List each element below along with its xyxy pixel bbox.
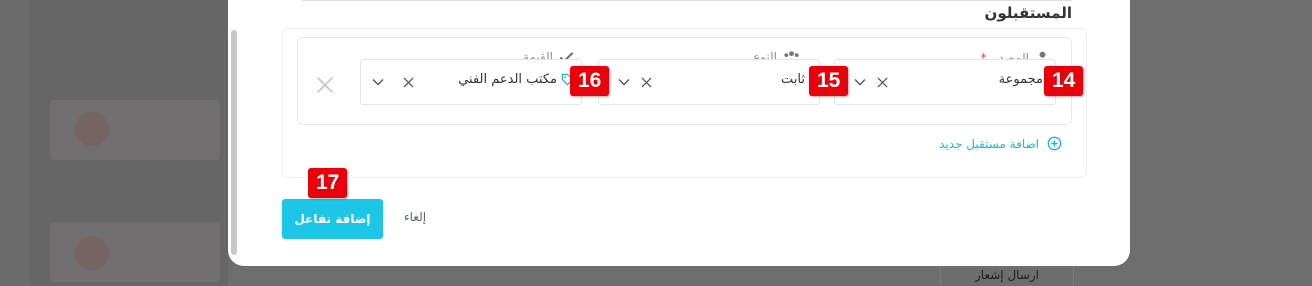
annotation-badge: 14 <box>1044 66 1084 96</box>
backdrop-avatar <box>75 236 109 270</box>
annotation-badge: 15 <box>809 66 849 96</box>
plus-circle-icon <box>1047 136 1062 151</box>
source-clear-icon[interactable] <box>873 73 891 91</box>
backdrop-right <box>1130 0 1312 286</box>
value-clear-icon[interactable] <box>399 73 417 91</box>
value-chevron-down-icon[interactable] <box>370 74 386 90</box>
value-value: مكتب الدعم الفني <box>458 72 574 87</box>
value-value-text: مكتب الدعم الفني <box>458 72 557 87</box>
annotation-badge: 16 <box>570 66 610 96</box>
add-recipient-label: اضافة مستقبل جديد <box>939 136 1039 151</box>
add-recipient-link[interactable]: اضافة مستقبل جديد <box>939 136 1062 151</box>
annotation-badge: 17 <box>308 168 348 198</box>
type-value: ثابت <box>781 72 805 87</box>
cancel-button[interactable]: إلغاء <box>404 210 426 224</box>
type-clear-icon[interactable] <box>637 73 655 91</box>
section-title: المستقبلون <box>984 4 1072 22</box>
remove-row-close-icon[interactable] <box>314 74 336 96</box>
source-chevron-down-icon[interactable] <box>852 74 868 90</box>
backdrop-avatar <box>75 112 109 146</box>
divider <box>302 0 1072 1</box>
backdrop-panel <box>30 0 228 286</box>
add-interaction-button[interactable]: إضافة تفاعل <box>282 199 383 239</box>
type-chevron-down-icon[interactable] <box>616 74 632 90</box>
source-value: مجموعة <box>998 72 1043 87</box>
modal-scrollbar[interactable] <box>231 30 237 255</box>
